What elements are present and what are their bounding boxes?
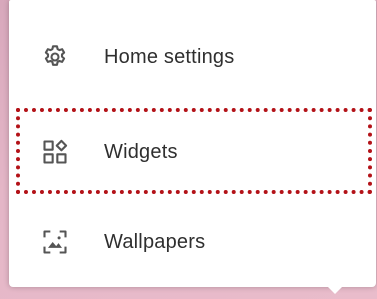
home-context-menu: Home settings Widgets Wallpapers — [9, 0, 376, 287]
menu-item-label: Widgets — [104, 140, 178, 163]
menu-item-label: Home settings — [104, 45, 235, 68]
menu-item-widgets[interactable]: Widgets — [9, 112, 376, 192]
wallpaper-icon — [40, 227, 70, 257]
menu-pointer — [327, 286, 343, 294]
widgets-icon — [40, 137, 70, 167]
gear-icon — [40, 42, 70, 72]
menu-item-home-settings[interactable]: Home settings — [9, 17, 376, 97]
menu-item-label: Wallpapers — [104, 230, 206, 253]
menu-item-wallpapers[interactable]: Wallpapers — [9, 202, 376, 282]
